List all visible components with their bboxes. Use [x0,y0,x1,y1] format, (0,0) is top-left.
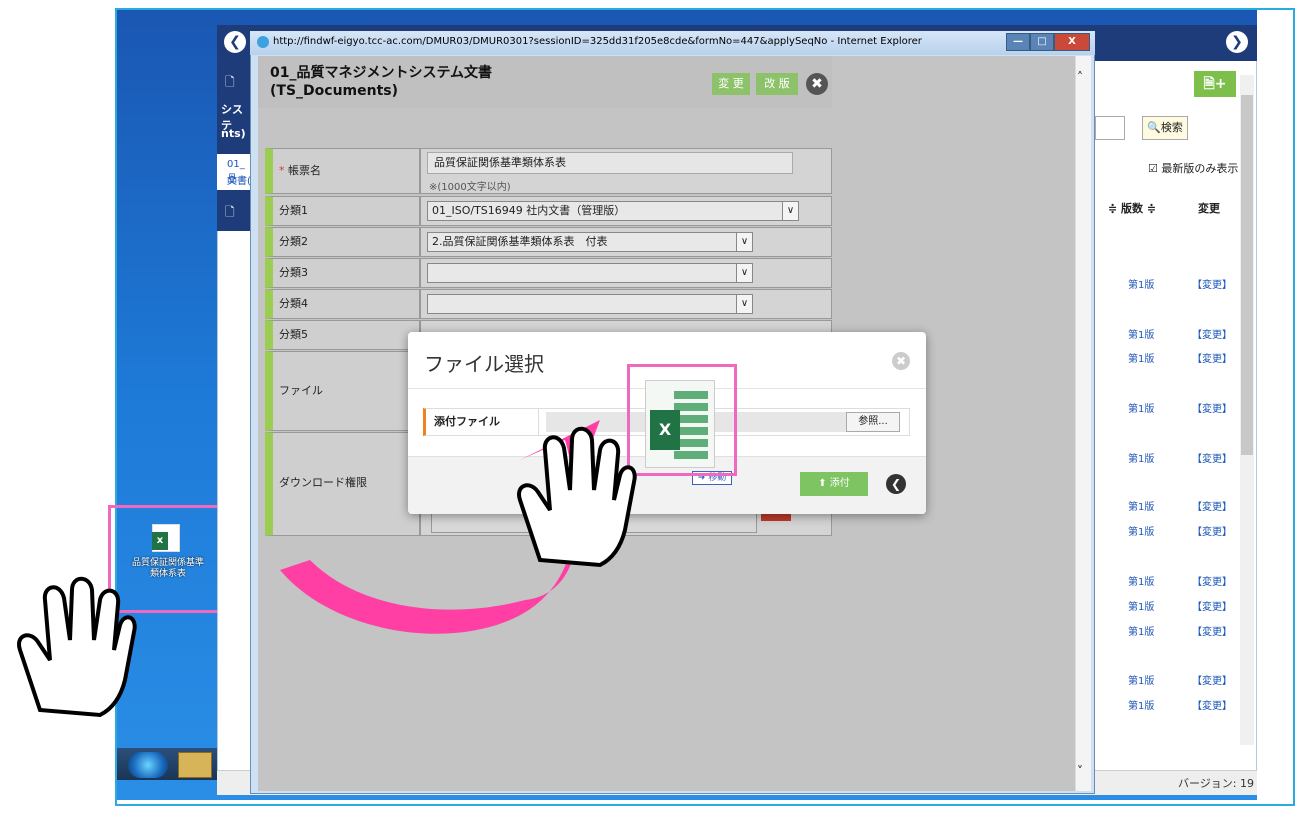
change-link[interactable]: 【変更】 [1192,573,1232,588]
document-icon: 🗋 [225,205,235,219]
start-button[interactable] [128,752,168,778]
version-link[interactable]: 第1版 [1128,598,1154,613]
version-link[interactable]: 第1版 [1128,623,1154,638]
add-document-button[interactable]: 🗎+ [1194,71,1236,97]
forward-nav-icon[interactable]: ❯ [1226,31,1248,53]
hand-cursor-icon [17,576,137,718]
desktop-icon-label: 品質保証関係基準類体系表 [131,558,204,579]
upload-icon: ⬆ [818,478,827,489]
attach-button[interactable]: ⬆ 添付 [800,472,868,496]
version-link[interactable]: 第1版 [1128,400,1154,415]
left-nav-link-2[interactable]: 文書( [227,172,251,187]
scroll-up-icon[interactable]: ˄ [1077,70,1083,84]
search-button[interactable]: 🔍検索 [1142,116,1188,140]
change-link[interactable]: 【変更】 [1192,276,1232,291]
change-button[interactable]: 変 更 [712,73,750,95]
form-close-icon[interactable]: ✖ [806,73,828,95]
version-link[interactable]: 第1版 [1128,697,1154,712]
bgapp-left-panel: 🗋 システ nts) 01_品 文書( 🗋 [217,61,253,231]
excel-icon: x [152,532,168,550]
side-user-label-2: 紹介 [1262,286,1281,296]
change-link[interactable]: 【変更】 [1192,623,1232,638]
chevron-down-icon: ∨ [782,202,798,220]
explorer-taskbar-icon[interactable] [178,752,212,778]
change-link[interactable]: 【変更】 [1192,326,1232,341]
change-link[interactable]: 【変更】 [1192,400,1232,415]
back-nav-icon[interactable]: ❮ [224,31,246,53]
version-link[interactable]: 第1版 [1128,276,1154,291]
ie-scrollbar[interactable] [1075,56,1091,791]
ie-title-url: http://findwf-eigyo.tcc-ac.com/DMUR03/DM… [273,36,922,47]
document-icon: 🗋 [225,75,235,89]
change-link[interactable]: 【変更】 [1192,672,1232,687]
modal-title: ファイル選択 [424,352,544,376]
ie-icon [257,36,269,48]
latest-only-checkbox[interactable]: ☑ 最新版のみ表示 [1148,160,1238,176]
left-nav-text-2: nts) [221,127,246,140]
revise-button[interactable]: 改 版 [756,73,798,95]
browse-button[interactable]: 参照... [846,412,900,432]
col-header-change: 変更 [1198,202,1220,215]
close-window-button[interactable]: X [1054,33,1090,51]
change-link[interactable]: 【変更】 [1192,350,1232,365]
form-title-line1: 01_品質マネジメントシステム文書 [270,65,493,81]
version-link[interactable]: 第1版 [1128,326,1154,341]
remove-button[interactable] [761,513,791,521]
category1-select[interactable]: 01_ISO/TS16949 社内文書（管理版） ∨ [427,201,799,221]
row-label-category2: 分類2 [265,227,420,257]
row-label-category4: 分類4 [265,289,420,319]
excel-icon: X [650,410,680,450]
row-field-category1: 01_ISO/TS16949 社内文書（管理版） ∨ [420,196,832,226]
search-icon: 🔍 [1147,121,1161,134]
version-link[interactable]: 第1版 [1128,573,1154,588]
version-link[interactable]: 第1版 [1128,498,1154,513]
version-link[interactable]: 第1版 [1128,350,1154,365]
scroll-down-icon[interactable]: ˅ [1077,764,1083,778]
change-link[interactable]: 【変更】 [1192,697,1232,712]
change-link[interactable]: 【変更】 [1192,523,1232,538]
back-arrow-icon[interactable]: ❮ [886,474,906,494]
version-link[interactable]: 第1版 [1128,523,1154,538]
row-label-category3: 分類3 [265,258,420,288]
bgapp-scroll-thumb[interactable] [1241,95,1253,455]
form-name-hint: ※(1000文字以内) [429,182,511,193]
hand-cursor-icon [517,426,637,568]
chevron-down-icon: ∨ [736,295,752,313]
chevron-down-icon: ∨ [736,233,752,251]
maximize-button[interactable]: □ [1030,33,1054,51]
category2-select[interactable]: 2.品質保証関係基準類体系表 付表 ∨ [427,232,753,252]
chevron-down-icon: ∨ [736,264,752,282]
change-link[interactable]: 【変更】 [1192,498,1232,513]
category4-select[interactable]: ∨ [427,294,753,314]
search-input[interactable] [1095,116,1125,140]
row-field-category3: ∨ [420,258,832,288]
minimize-button[interactable]: — [1006,33,1030,51]
change-link[interactable]: 【変更】 [1192,598,1232,613]
modal-close-icon[interactable]: ✖ [892,352,910,370]
form-title-line2: (TS_Documents) [270,83,399,99]
form-name-input[interactable]: 品質保証関係基準類体系表 [427,152,793,174]
row-field-category4: ∨ [420,289,832,319]
version-link[interactable]: 第1版 [1128,450,1154,465]
change-link[interactable]: 【変更】 [1192,450,1232,465]
version-text: バージョン: 19 [1178,777,1254,790]
category3-select[interactable]: ∨ [427,263,753,283]
version-link[interactable]: 第1版 [1128,672,1154,687]
row-field-category2: 2.品質保証関係基準類体系表 付表 ∨ [420,227,832,257]
row-label-category1: 分類1 [265,196,420,226]
row-label-category5: 分類5 [265,320,420,350]
col-header-version[interactable]: ≑ 版数 ≑ [1108,200,1156,216]
row-label-file: ファイル [265,351,420,431]
row-label-form-name: * 帳票名 [265,148,420,194]
row-field-form-name: 品質保証関係基準類体系表 ※(1000文字以内) [420,148,832,194]
